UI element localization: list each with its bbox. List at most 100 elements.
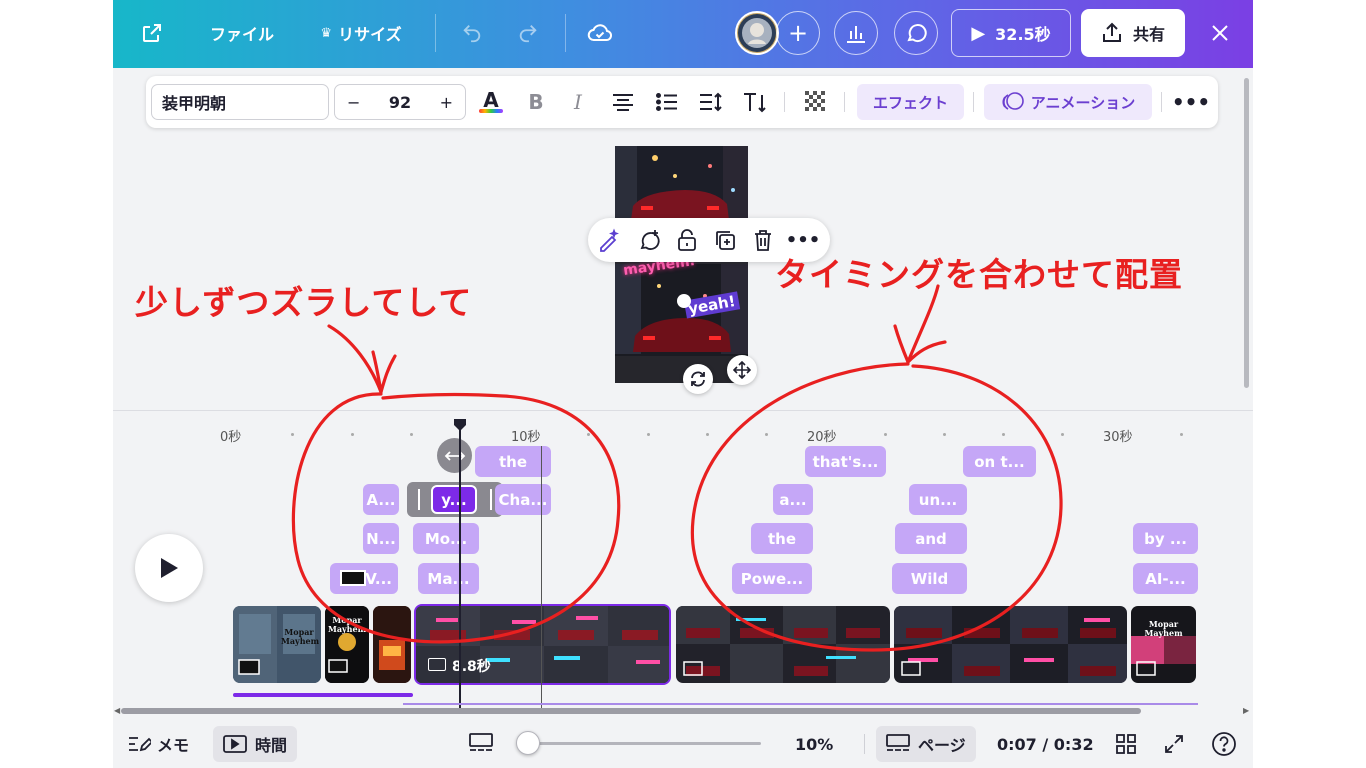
timeline-toggle-label: 時間 bbox=[255, 736, 288, 755]
lock-icon[interactable] bbox=[672, 225, 702, 255]
close-icon[interactable] bbox=[1205, 14, 1235, 52]
align-center-icon[interactable] bbox=[608, 84, 638, 120]
duplicate-icon[interactable] bbox=[710, 225, 740, 255]
move-icon[interactable] bbox=[727, 355, 757, 385]
page-indicator-bar bbox=[403, 703, 1198, 705]
text-clip[interactable]: the bbox=[475, 446, 551, 477]
text-color-icon[interactable]: A bbox=[476, 84, 506, 120]
undo-icon[interactable] bbox=[457, 14, 487, 52]
help-icon[interactable] bbox=[1211, 726, 1237, 762]
text-clip[interactable]: N... bbox=[363, 523, 399, 554]
video-clip[interactable] bbox=[894, 606, 1127, 683]
cloud-saved-icon[interactable] bbox=[585, 14, 615, 52]
play-duration: 32.5秒 bbox=[995, 25, 1051, 44]
comments-button[interactable] bbox=[894, 11, 938, 55]
animation-label: アニメーション bbox=[1030, 93, 1136, 112]
insights-button[interactable] bbox=[834, 11, 878, 55]
share-upload-icon bbox=[1102, 22, 1121, 42]
grid-view-icon[interactable] bbox=[469, 726, 493, 762]
text-clip[interactable]: and bbox=[895, 523, 967, 554]
font-family-select[interactable]: 装甲明朝 bbox=[151, 84, 329, 120]
font-size-stepper: − 92 + bbox=[334, 84, 466, 120]
play-button[interactable]: ▶ 32.5秒 bbox=[951, 9, 1071, 57]
playhead-line[interactable] bbox=[459, 424, 461, 710]
text-clip[interactable]: Mo... bbox=[413, 523, 479, 554]
text-clip[interactable]: on t... bbox=[963, 446, 1036, 477]
canvas-scrollbar[interactable] bbox=[1244, 78, 1249, 388]
text-clip[interactable]: Cha... bbox=[495, 484, 551, 515]
open-external-icon[interactable] bbox=[135, 14, 169, 52]
text-clip[interactable]: Ma... bbox=[418, 563, 479, 594]
effects-button[interactable]: エフェクト bbox=[857, 84, 964, 120]
video-clip[interactable] bbox=[676, 606, 890, 683]
play-icon: ▶ bbox=[971, 22, 986, 44]
playhead-marker-icon[interactable] bbox=[453, 417, 467, 431]
italic-icon[interactable]: I bbox=[564, 84, 592, 120]
text-clip[interactable]: V... bbox=[330, 563, 398, 594]
text-clip[interactable]: that's... bbox=[805, 446, 886, 477]
resize-button[interactable]: ♛ リサイズ bbox=[311, 14, 411, 52]
toolbar-divider bbox=[1161, 92, 1162, 112]
trash-icon[interactable] bbox=[748, 225, 778, 255]
vertical-text-icon[interactable] bbox=[740, 84, 770, 120]
video-clip[interactable]: Mopar Mayhem bbox=[233, 606, 321, 683]
text-clip[interactable]: Wild bbox=[892, 563, 967, 594]
bar-chart-icon bbox=[847, 26, 865, 43]
video-clip[interactable]: Mopar Mayhem bbox=[325, 606, 369, 683]
clip-trim-handle[interactable] bbox=[418, 489, 420, 510]
text-clip[interactable]: the bbox=[751, 523, 813, 554]
grid-icon[interactable] bbox=[1115, 726, 1137, 762]
bullet-list-icon[interactable] bbox=[652, 84, 682, 120]
selected-video-clip[interactable]: 8.8秒 bbox=[414, 604, 671, 685]
zoom-level[interactable]: 10% bbox=[795, 726, 833, 762]
plus-icon: + bbox=[787, 19, 809, 47]
text-clip[interactable]: un... bbox=[909, 484, 967, 515]
increase-size-button[interactable]: + bbox=[440, 93, 453, 112]
timeline-tick: 0秒 bbox=[220, 430, 242, 445]
animation-button[interactable]: アニメーション bbox=[984, 84, 1152, 120]
timeline-play-button[interactable] bbox=[135, 534, 203, 602]
tick-dot bbox=[647, 433, 650, 436]
zoom-slider-thumb[interactable] bbox=[516, 731, 540, 755]
bottom-bar: メモ 時間 10% ページ 0:07 / 0:32 bbox=[113, 718, 1253, 768]
text-clip[interactable]: a... bbox=[773, 484, 813, 515]
file-menu-button[interactable]: ファイル bbox=[207, 14, 277, 52]
user-avatar[interactable] bbox=[735, 11, 779, 55]
rotate-icon[interactable] bbox=[683, 364, 713, 394]
notes-icon bbox=[129, 737, 151, 752]
video-clip[interactable] bbox=[373, 606, 411, 683]
font-size-value[interactable]: 92 bbox=[389, 93, 411, 112]
header-divider bbox=[565, 14, 566, 52]
share-button[interactable]: 共有 bbox=[1081, 9, 1185, 57]
more-options-icon[interactable]: ••• bbox=[1172, 84, 1210, 120]
selection-handle[interactable] bbox=[677, 294, 691, 308]
add-collaborator-button[interactable]: + bbox=[776, 11, 820, 55]
tick-dot bbox=[351, 433, 354, 436]
add-comment-icon[interactable] bbox=[634, 225, 664, 255]
selected-text-clip[interactable]: y... bbox=[431, 485, 477, 514]
text-clip[interactable]: A... bbox=[363, 484, 399, 515]
redo-icon[interactable] bbox=[513, 14, 543, 52]
toolbar-divider bbox=[973, 92, 974, 112]
resize-drag-handle[interactable] bbox=[437, 438, 472, 473]
video-clip[interactable]: Mopar Mayhem bbox=[1131, 606, 1196, 683]
text-clip[interactable]: by ... bbox=[1133, 523, 1198, 554]
text-clip[interactable]: Powe... bbox=[732, 563, 812, 594]
timeline-toggle-button[interactable]: 時間 bbox=[213, 726, 298, 762]
line-spacing-icon[interactable] bbox=[696, 84, 726, 120]
header-divider bbox=[435, 14, 436, 52]
zoom-slider[interactable] bbox=[518, 742, 761, 745]
decrease-size-button[interactable]: − bbox=[347, 93, 360, 112]
text-clip[interactable]: AI-... bbox=[1133, 563, 1198, 594]
pages-button[interactable]: ページ bbox=[876, 726, 976, 762]
scroll-right-arrow-icon[interactable]: ▶ bbox=[1243, 706, 1249, 715]
canvas-preview[interactable]: mayhem. yeah! bbox=[615, 146, 748, 383]
notes-button[interactable]: メモ bbox=[127, 726, 189, 762]
magic-edit-icon[interactable] bbox=[594, 225, 624, 255]
clip-trim-handle[interactable] bbox=[490, 489, 492, 510]
scroll-left-arrow-icon[interactable]: ◀ bbox=[114, 706, 120, 715]
fullscreen-icon[interactable] bbox=[1163, 726, 1185, 762]
timeline-scrollbar[interactable] bbox=[121, 708, 1141, 714]
bold-icon[interactable]: B bbox=[522, 84, 550, 120]
transparency-icon[interactable] bbox=[802, 84, 830, 120]
